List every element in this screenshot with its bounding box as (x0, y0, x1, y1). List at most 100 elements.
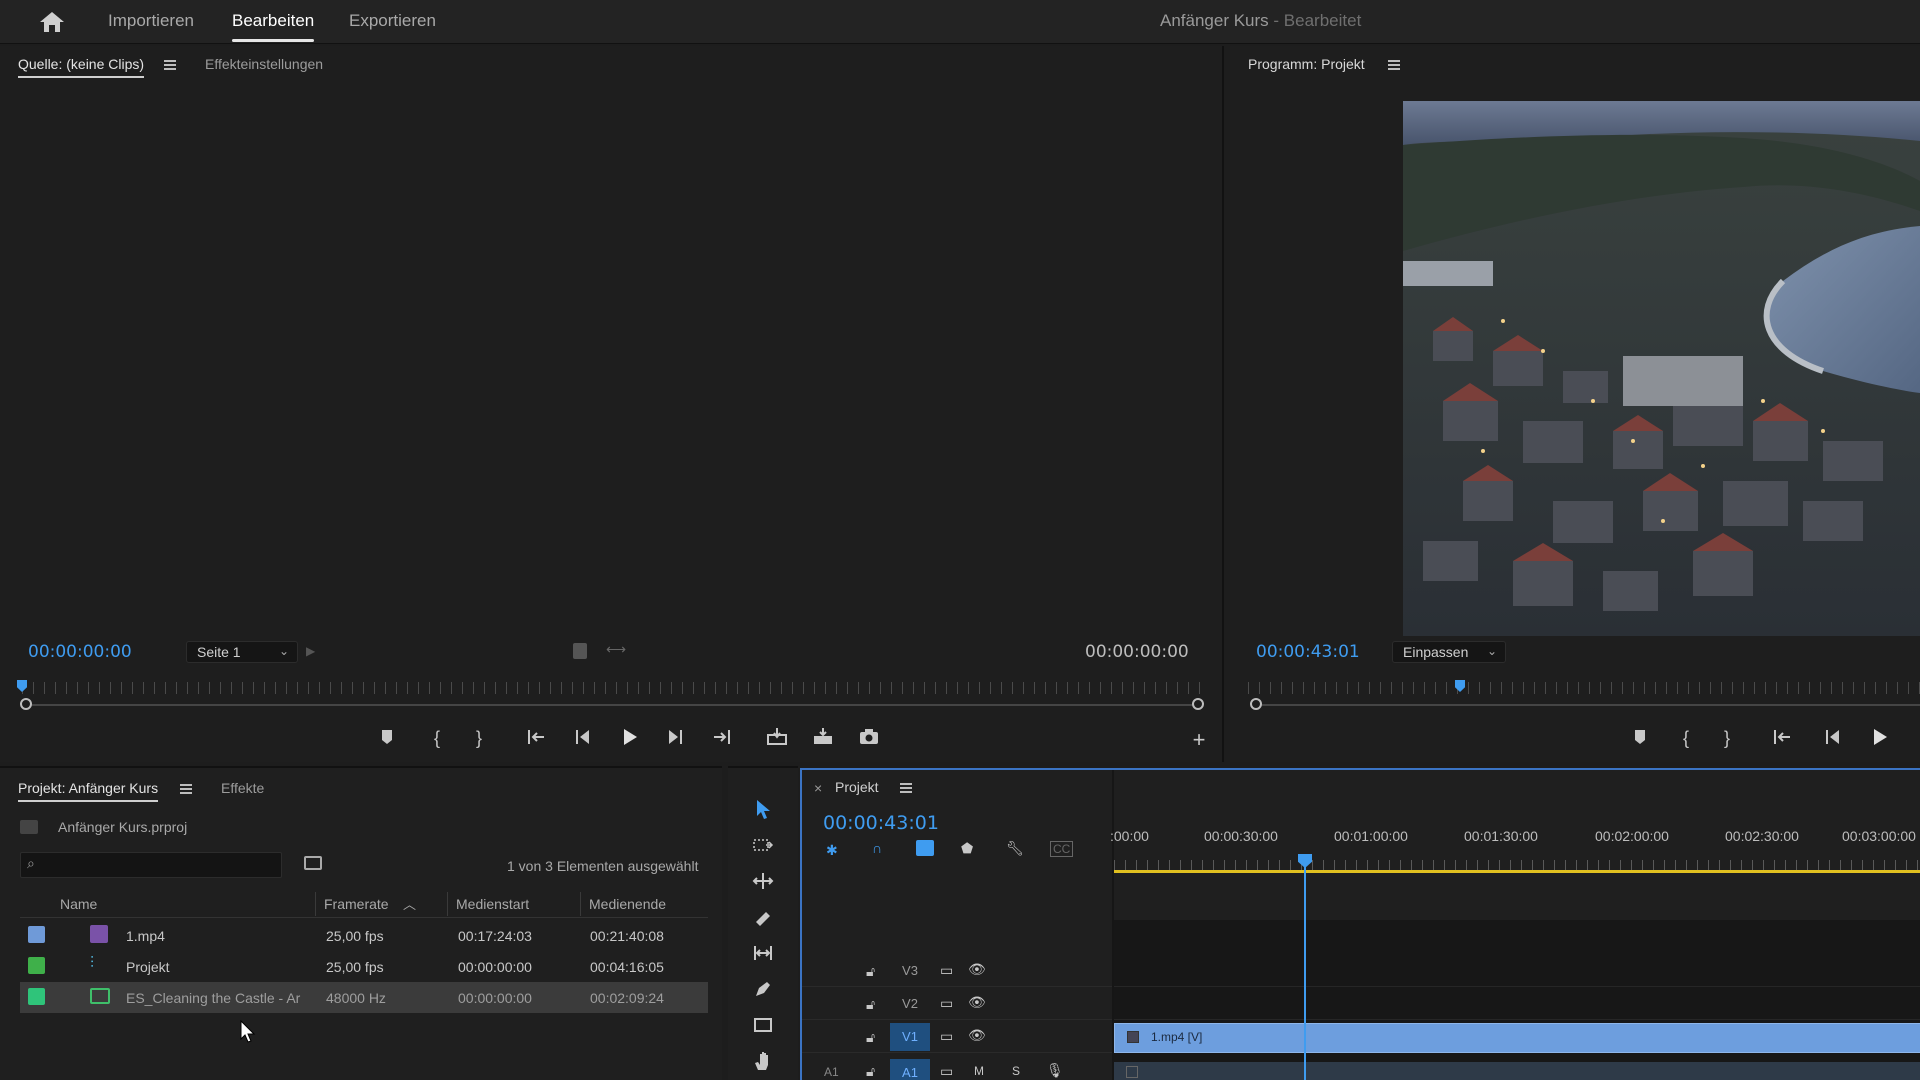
program-zoom-handle-left[interactable] (1250, 698, 1262, 710)
eye-icon[interactable]: 👁︎ (968, 994, 986, 1011)
captions-icon[interactable]: CC (1050, 841, 1074, 857)
sync-lock-icon[interactable]: ▭ (940, 962, 953, 979)
label-color-swatch[interactable] (28, 957, 45, 974)
video-clip-1mp4[interactable]: 1.mp4 [V] (1114, 1023, 1920, 1053)
column-name[interactable]: Name (60, 896, 97, 912)
razor-tool-icon[interactable] (750, 906, 776, 930)
button-editor-plus-icon[interactable]: + (1186, 728, 1212, 752)
camera-icon[interactable] (856, 726, 882, 750)
column-divider[interactable] (447, 892, 448, 916)
insert-icon[interactable] (764, 726, 790, 750)
source-patch-a1[interactable]: A1 (824, 1065, 839, 1079)
solo-button[interactable]: S (1012, 1064, 1020, 1078)
play-icon[interactable] (1866, 726, 1892, 750)
home-icon[interactable] (38, 10, 66, 34)
label-color-swatch[interactable] (28, 926, 45, 943)
sort-ascending-icon[interactable]: ︿ (403, 894, 416, 913)
lock-icon[interactable]: 🔓︎ (866, 963, 875, 980)
lock-icon[interactable]: 🔓︎ (866, 996, 875, 1013)
source-zoom-handle-left[interactable] (20, 698, 32, 710)
column-medienstart[interactable]: Medienstart (456, 896, 529, 912)
column-divider[interactable] (315, 892, 316, 916)
linked-selection-icon[interactable] (916, 840, 934, 856)
hand-tool-icon[interactable] (750, 1050, 776, 1074)
lock-icon[interactable]: 🔓︎ (866, 1063, 875, 1080)
project-panel-menu-icon[interactable] (180, 784, 192, 794)
source-timecode[interactable]: 00:00:00:00 (28, 642, 132, 662)
audio-clip[interactable] (1114, 1062, 1920, 1080)
mark-out-icon[interactable]: } (1714, 726, 1740, 750)
nest-icon[interactable]: ✱ (826, 842, 838, 859)
overwrite-icon[interactable] (810, 726, 836, 750)
track-label-v2[interactable]: V2 (890, 990, 930, 1018)
tab-effect-settings[interactable]: Effekteinstellungen (205, 56, 323, 72)
step-back-icon[interactable] (1820, 726, 1846, 750)
track-area[interactable] (1114, 920, 1920, 1080)
timeline-menu-icon[interactable] (900, 783, 912, 793)
wrench-icon[interactable]: 🔧︎ (1006, 840, 1024, 857)
go-to-in-icon[interactable] (1770, 726, 1796, 750)
tab-source[interactable]: Quelle: (keine Clips) (18, 56, 145, 78)
sync-lock-icon[interactable]: ▭ (940, 995, 953, 1012)
column-framerate[interactable]: Framerate (324, 896, 389, 912)
pen-tool-icon[interactable] (750, 978, 776, 1002)
track-label-v3[interactable]: V3 (890, 957, 930, 985)
track-label-v1[interactable]: V1 (890, 1023, 930, 1051)
program-zoom-bar[interactable] (1256, 704, 1920, 706)
step-back-icon[interactable] (570, 726, 596, 750)
eye-icon[interactable]: 👁︎ (968, 961, 986, 978)
tab-bearbeiten[interactable]: Bearbeiten (232, 0, 315, 44)
tab-exportieren[interactable]: Exportieren (349, 0, 436, 44)
sync-lock-icon[interactable]: ▭ (940, 1028, 953, 1045)
label-color-swatch[interactable] (28, 988, 45, 1005)
source-page-dropdown[interactable]: Seite 1 ⌄ (186, 641, 298, 663)
track-label-a1[interactable]: A1 (890, 1059, 930, 1080)
play-icon[interactable] (616, 726, 642, 750)
rectangle-tool-icon[interactable] (750, 1014, 776, 1038)
eye-icon[interactable]: 👁︎ (968, 1027, 986, 1044)
add-marker-icon[interactable]: ⬟ (961, 840, 973, 857)
program-time-ruler[interactable] (1248, 682, 1920, 694)
tab-project[interactable]: Projekt: Anfänger Kurs (18, 780, 159, 802)
mute-button[interactable]: M (974, 1064, 984, 1078)
column-divider[interactable] (580, 892, 581, 916)
source-zoom-handle-right[interactable] (1192, 698, 1204, 710)
ripple-edit-tool-icon[interactable] (750, 870, 776, 894)
program-timecode[interactable]: 00:00:43:01 (1256, 642, 1360, 662)
close-icon[interactable]: × (814, 780, 822, 796)
fit-dropdown[interactable]: Einpassen ⌄ (1392, 641, 1506, 663)
mark-out-icon[interactable]: } (466, 726, 492, 750)
track-select-tool-icon[interactable] (750, 834, 776, 858)
selection-tool-icon[interactable] (750, 798, 776, 822)
go-to-out-icon[interactable] (708, 726, 734, 750)
column-medienende[interactable]: Medienende (589, 896, 666, 912)
tab-importieren[interactable]: Importieren (108, 0, 194, 44)
tab-sequence[interactable]: Projekt (835, 779, 879, 795)
project-item-row[interactable]: ⫶ Projekt 25,00 fps 00:00:00:00 00:04:16… (20, 951, 708, 982)
sync-lock-icon[interactable]: ▭ (940, 1063, 953, 1080)
source-time-ruler[interactable] (22, 682, 1202, 694)
microphone-icon[interactable]: 🎙︎ (1046, 1062, 1064, 1079)
mark-in-icon[interactable]: { (424, 726, 450, 750)
drag-audio-icon[interactable]: ⟷ (606, 641, 626, 658)
new-bin-icon[interactable] (304, 856, 322, 870)
snap-magnet-icon[interactable]: ∩ (872, 840, 882, 856)
project-item-row[interactable]: 1.mp4 25,00 fps 00:17:24:03 00:21:40:08 (20, 920, 708, 951)
lock-icon[interactable]: 🔓︎ (866, 1029, 875, 1046)
add-marker-icon[interactable] (1627, 726, 1653, 750)
slip-tool-icon[interactable] (750, 942, 776, 966)
program-panel-menu-icon[interactable] (1388, 60, 1400, 70)
go-to-in-icon[interactable] (524, 726, 550, 750)
tab-effects[interactable]: Effekte (221, 780, 264, 796)
timeline-timecode[interactable]: 00:00:43:01 (823, 812, 939, 834)
step-forward-icon[interactable] (662, 726, 688, 750)
source-panel-menu-icon[interactable] (164, 60, 176, 70)
tab-program[interactable]: Programm: Projekt (1248, 56, 1365, 72)
timeline-playhead-line[interactable] (1304, 856, 1306, 1080)
drag-video-icon[interactable] (573, 643, 587, 659)
work-area-bar[interactable] (1114, 870, 1920, 873)
mark-in-icon[interactable]: { (1673, 726, 1699, 750)
add-marker-icon[interactable] (374, 726, 400, 750)
source-zoom-bar[interactable] (28, 704, 1194, 706)
project-item-row-selected[interactable]: ES_Cleaning the Castle - Ar 48000 Hz 00:… (20, 982, 708, 1013)
